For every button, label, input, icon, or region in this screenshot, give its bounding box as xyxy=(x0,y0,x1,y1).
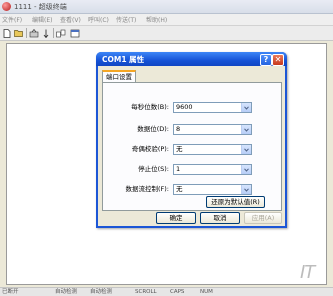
dialog-title: COM1 属性 xyxy=(102,55,145,64)
flow-control-label: 数据流控制(F): xyxy=(125,185,169,193)
data-bits-select[interactable]: 8 xyxy=(173,124,252,135)
bits-per-second-select[interactable]: 9600 xyxy=(173,102,252,113)
flow-control-select[interactable]: 无 xyxy=(173,184,252,195)
toolbar-separator xyxy=(26,28,27,38)
hyperterminal-app-icon xyxy=(2,2,11,11)
menubar: 文件(F) 编辑(E) 查看(V) 呼叫(C) 传送(T) 帮助(H) xyxy=(0,14,333,26)
dialog-body: 端口设置 每秒位数(B): 9600 数据位(D): 8 奇偶校验(P): 无 … xyxy=(98,66,285,226)
properties-icon[interactable] xyxy=(70,28,80,38)
data-bits-label: 数据位(D): xyxy=(137,125,169,133)
watermark-logo: IT xyxy=(300,262,315,283)
parity-label: 奇偶校验(P): xyxy=(131,145,169,153)
properties-dialog: COM1 属性 ? ✕ 端口设置 每秒位数(B): 9600 数据位(D): 8 xyxy=(96,52,287,228)
bits-per-second-value: 9600 xyxy=(176,103,193,111)
menu-help[interactable]: 帮助(H) xyxy=(146,15,167,24)
window-title: 1111 - 超级终端 xyxy=(14,3,67,11)
restore-defaults-button[interactable]: 还原为默认值(R) xyxy=(206,196,265,208)
menu-edit[interactable]: 编辑(E) xyxy=(32,15,52,24)
chevron-down-icon[interactable] xyxy=(241,145,251,154)
new-icon[interactable] xyxy=(2,28,12,38)
open-icon[interactable] xyxy=(14,28,24,38)
send-icon[interactable] xyxy=(56,28,66,38)
toolbar-separator xyxy=(53,28,54,38)
port-settings-panel: 每秒位数(B): 9600 数据位(D): 8 奇偶校验(P): 无 停止位(S… xyxy=(102,82,282,211)
parity-value: 无 xyxy=(176,145,183,153)
toolbar xyxy=(0,26,333,41)
bits-per-second-label: 每秒位数(B): xyxy=(131,103,169,111)
dialog-titlebar[interactable]: COM1 属性 ? ✕ xyxy=(96,52,287,66)
data-bits-value: 8 xyxy=(176,125,181,133)
stop-bits-value: 1 xyxy=(176,165,181,173)
chevron-down-icon[interactable] xyxy=(241,125,251,134)
close-button[interactable]: ✕ xyxy=(272,54,284,66)
ok-button[interactable]: 确定 xyxy=(156,212,196,224)
window-titlebar[interactable]: 1111 - 超级终端 xyxy=(0,0,333,14)
menu-view[interactable]: 查看(V) xyxy=(60,15,81,24)
menu-file[interactable]: 文件(F) xyxy=(2,15,22,24)
menu-transfer[interactable]: 传送(T) xyxy=(116,15,136,24)
cancel-button[interactable]: 取消 xyxy=(200,212,240,224)
disconnect-icon[interactable] xyxy=(41,28,51,38)
tab-port-settings[interactable]: 端口设置 xyxy=(102,70,136,82)
chevron-down-icon[interactable] xyxy=(241,103,251,112)
stop-bits-label: 停止位(S): xyxy=(138,165,169,173)
stop-bits-select[interactable]: 1 xyxy=(173,164,252,175)
chevron-down-icon[interactable] xyxy=(241,165,251,174)
menu-call[interactable]: 呼叫(C) xyxy=(88,15,109,24)
help-button[interactable]: ? xyxy=(260,54,272,66)
apply-button: 应用(A) xyxy=(244,212,282,224)
connect-icon[interactable] xyxy=(29,28,39,38)
parity-select[interactable]: 无 xyxy=(173,144,252,155)
flow-control-value: 无 xyxy=(176,185,183,193)
chevron-down-icon[interactable] xyxy=(241,185,251,194)
